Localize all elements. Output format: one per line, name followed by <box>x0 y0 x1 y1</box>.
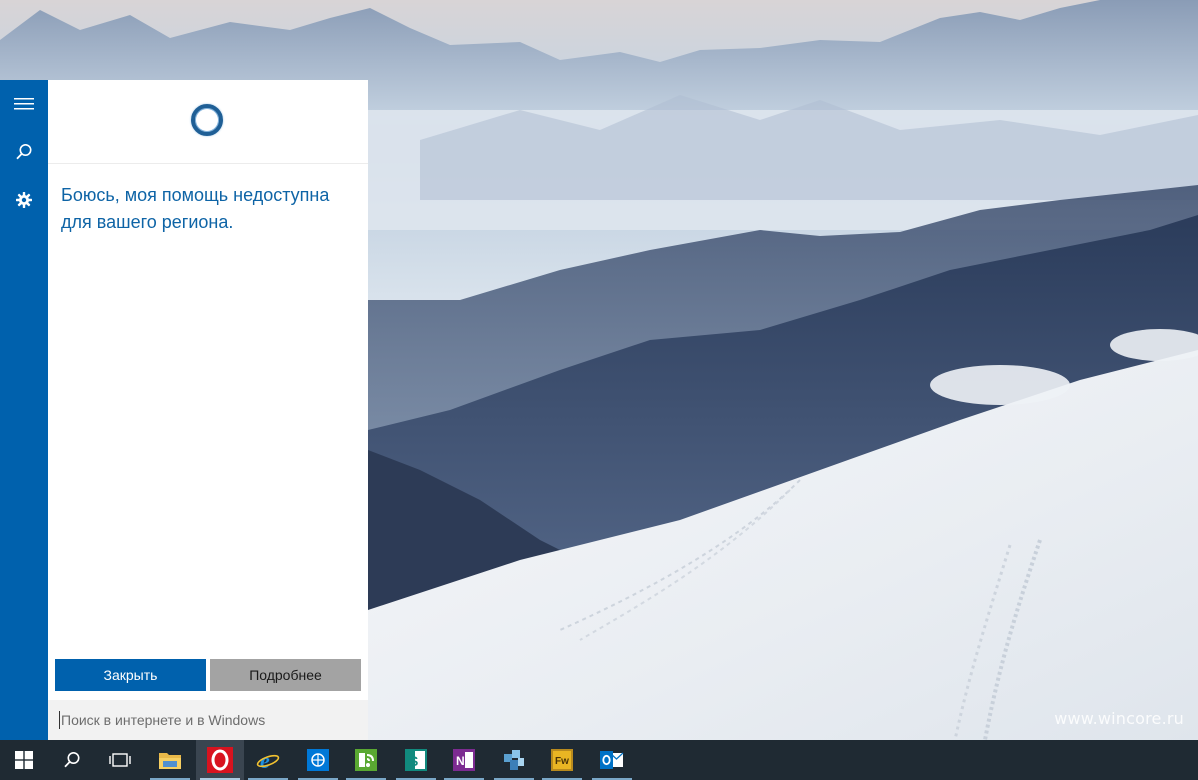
windows-app-icon <box>307 749 329 771</box>
fireworks-icon: Fw <box>551 749 573 771</box>
cortana-header <box>48 80 368 164</box>
outlook-icon <box>600 751 624 769</box>
opera-icon <box>207 747 233 773</box>
watermark-text: www.wincore.ru <box>1054 709 1184 728</box>
file-explorer-icon <box>159 753 181 769</box>
search-box[interactable] <box>48 700 368 740</box>
svg-text:Fw: Fw <box>555 756 569 767</box>
feed-reader-icon <box>355 749 377 771</box>
taskbar-app-fireworks[interactable]: Fw <box>538 740 586 780</box>
start-button[interactable] <box>0 740 48 780</box>
cortana-panel: Боюсь, моя помощь недоступна для вашего … <box>0 80 368 740</box>
hamburger-menu-icon <box>14 98 34 110</box>
onenote-icon: N <box>453 749 475 771</box>
search-icon <box>64 752 80 768</box>
text-caret <box>59 711 60 729</box>
cortana-content-pane: Боюсь, моя помощь недоступна для вашего … <box>48 80 368 740</box>
settings-gear-icon <box>16 192 32 208</box>
sway-icon: S <box>405 749 427 771</box>
taskbar-search-button[interactable] <box>48 740 96 780</box>
taskbar-app-windows[interactable] <box>294 740 342 780</box>
cortana-side-rail <box>0 80 48 740</box>
search-input[interactable] <box>61 712 351 728</box>
taskbar-app-feed-reader[interactable] <box>342 740 390 780</box>
learn-more-button[interactable]: Подробнее <box>210 659 361 691</box>
taskbar-app-puzzle[interactable] <box>490 740 538 780</box>
hamburger-menu-button[interactable] <box>0 80 48 128</box>
taskbar-app-onenote[interactable]: N <box>440 740 488 780</box>
rail-settings-button[interactable] <box>0 176 48 224</box>
rail-search-button[interactable] <box>0 128 48 176</box>
svg-text:N: N <box>456 754 465 768</box>
taskbar-app-sway[interactable]: S <box>392 740 440 780</box>
internet-explorer-icon: e <box>256 748 280 772</box>
search-icon <box>16 144 32 160</box>
taskbar-app-outlook[interactable] <box>588 740 636 780</box>
unavailable-region-message: Боюсь, моя помощь недоступна для вашего … <box>61 185 330 232</box>
cortana-ring-icon <box>191 104 223 136</box>
taskbar-app-file-explorer[interactable] <box>146 740 194 780</box>
taskbar-app-internet-explorer[interactable]: e <box>244 740 292 780</box>
task-view-icon <box>109 753 131 767</box>
taskbar: e S N Fw <box>0 740 1198 780</box>
task-view-button[interactable] <box>96 740 144 780</box>
start-icon <box>15 751 33 769</box>
taskbar-app-opera[interactable] <box>196 740 244 780</box>
svg-text:S: S <box>409 753 418 769</box>
close-button[interactable]: Закрыть <box>55 659 206 691</box>
puzzle-app-icon <box>504 750 524 770</box>
